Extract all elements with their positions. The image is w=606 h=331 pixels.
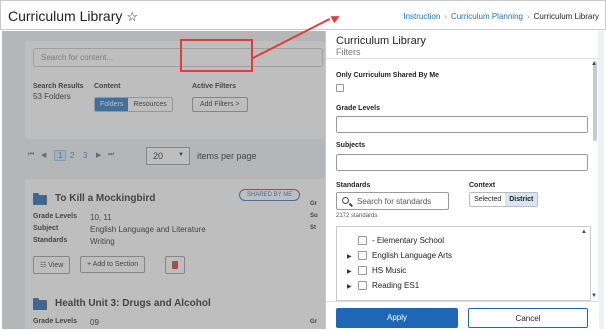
panel-title: Curriculum Library xyxy=(336,35,426,47)
search-input[interactable]: Search for content... xyxy=(33,48,323,67)
standards-tree: ▲ - Elementary School ▶ English Language… xyxy=(336,226,591,301)
subjects-input[interactable] xyxy=(336,154,588,171)
search-icon xyxy=(342,197,349,204)
per-page-label: items per page xyxy=(197,151,257,161)
peek-label: Su xyxy=(310,213,318,219)
subject-label: Subject xyxy=(33,225,59,232)
shared-by-me-checkbox[interactable] xyxy=(336,84,344,92)
grade-levels-value: 09 xyxy=(90,318,99,327)
tree-item-checkbox[interactable] xyxy=(358,266,367,275)
scroll-down-icon[interactable]: ▼ xyxy=(591,293,597,299)
breadcrumb-current: Curriculum Library xyxy=(533,12,599,21)
add-to-section-button[interactable]: + Add to Section xyxy=(80,256,146,273)
caret-down-icon: ▼ xyxy=(178,152,184,158)
standards-label: Standards xyxy=(33,237,68,244)
panel-subtitle: Filters xyxy=(336,47,361,57)
chevron-right-icon: > xyxy=(235,101,240,108)
context-label: Context xyxy=(469,182,496,189)
page-1[interactable]: 1 xyxy=(54,150,67,161)
folder-icon xyxy=(33,193,47,205)
context-district-button[interactable]: District xyxy=(505,193,538,206)
content-resources-button[interactable]: Resources xyxy=(128,98,172,111)
expand-arrow-icon[interactable]: ▶ xyxy=(347,253,352,260)
tree-item-checkbox[interactable] xyxy=(358,236,367,245)
per-page-select[interactable]: 20 ▼ xyxy=(146,147,190,165)
cancel-button[interactable]: Cancel xyxy=(468,308,588,328)
breadcrumb-curriculum-planning[interactable]: Curriculum Planning xyxy=(451,12,523,21)
grade-levels-label: Grade Levels xyxy=(33,213,77,220)
page-title: Curriculum Library ☆ xyxy=(8,8,139,24)
tree-scroll-up-icon[interactable]: ▲ xyxy=(581,229,587,235)
peek-label: St xyxy=(310,225,316,231)
folder-title[interactable]: Health Unit 3: Drugs and Alcohol xyxy=(55,298,211,309)
grade-levels-label: Grade Levels xyxy=(33,318,77,325)
panel-footer: Apply Cancel xyxy=(326,301,599,329)
shared-badge: SHARED BY ME xyxy=(239,189,301,201)
tree-item[interactable]: ▶ HS Music xyxy=(337,265,577,279)
standards-search-input[interactable]: Search for standards xyxy=(336,192,449,210)
filter-panel: Curriculum Library Filters ▲ ▼ Only Curr… xyxy=(325,31,599,329)
folder-card: To Kill a Mockingbird SHARED BY ME Grade… xyxy=(25,179,330,293)
next-page-icon[interactable]: ▶ xyxy=(96,151,101,159)
search-results-value: 53 Folders xyxy=(33,92,71,101)
tree-item-checkbox[interactable] xyxy=(358,281,367,290)
context-selected-button[interactable]: Selected xyxy=(470,193,505,206)
expand-arrow-icon[interactable]: ▶ xyxy=(347,268,352,275)
delete-button[interactable] xyxy=(165,256,185,274)
content-toggle: Folders Resources xyxy=(94,97,173,112)
search-results-label: Search Results xyxy=(33,83,84,90)
folder-icon xyxy=(33,298,47,310)
grade-levels-input[interactable] xyxy=(336,116,588,133)
panel-divider xyxy=(326,58,599,59)
tree-item[interactable]: ▶ English Language Arts xyxy=(337,250,577,264)
standards-filter-label: Standards xyxy=(336,182,371,189)
breadcrumb: Instruction › Curriculum Planning › Curricul… xyxy=(403,12,599,21)
content-folders-button[interactable]: Folders xyxy=(95,98,129,111)
apply-button[interactable]: Apply xyxy=(336,308,458,328)
grade-levels-value: 10, 11 xyxy=(90,213,112,222)
last-page-icon[interactable]: ⏭ xyxy=(108,151,114,159)
peek-label: Gr xyxy=(310,319,318,325)
plus-icon: + xyxy=(87,261,92,268)
view-button[interactable]: ☷ View xyxy=(33,256,71,274)
page-2[interactable]: 2 xyxy=(70,151,74,160)
grade-levels-filter-label: Grade Levels xyxy=(336,105,380,112)
peek-label: Gr xyxy=(310,201,318,207)
add-filters-button[interactable]: Add Filters > xyxy=(192,97,248,112)
page-3[interactable]: 3 xyxy=(83,151,87,160)
star-outline-icon[interactable]: ☆ xyxy=(126,9,138,24)
prev-page-icon[interactable]: ◀ xyxy=(41,151,46,159)
tree-item-checkbox[interactable] xyxy=(358,251,367,260)
tree-item[interactable]: - Elementary School xyxy=(337,235,577,249)
folder-card: Health Unit 3: Drugs and Alcohol Grade L… xyxy=(25,285,330,329)
panel-scrollbar[interactable] xyxy=(593,61,597,141)
standards-count: 2172 standards xyxy=(336,213,378,219)
first-page-icon[interactable]: ⏮ xyxy=(28,151,34,159)
shared-by-me-label: Only Curriculum Shared By Me xyxy=(336,72,440,79)
search-card: Search for content... Search Results 53 … xyxy=(25,41,325,139)
scroll-up-icon[interactable]: ▲ xyxy=(591,61,597,67)
tree-item[interactable]: ▶ Reading ES1 xyxy=(337,280,577,294)
page-header: Curriculum Library ☆ Instruction › Curricul… xyxy=(0,0,606,30)
active-filters-label: Active Filters xyxy=(192,83,236,90)
content-label: Content xyxy=(94,83,121,90)
chevron-right-icon: › xyxy=(526,12,530,21)
context-toggle: Selected District xyxy=(469,192,539,207)
breadcrumb-instruction[interactable]: Instruction xyxy=(403,12,440,21)
standards-value: Writing xyxy=(90,237,115,246)
subject-value: English Language and Literature xyxy=(90,225,206,234)
pagination: ⏮ ◀ 1 2 3 ▶ ⏭ 20 ▼ items per page xyxy=(25,147,325,169)
chevron-right-icon: › xyxy=(444,12,447,21)
annotation-highlight-box xyxy=(180,39,253,72)
folder-title[interactable]: To Kill a Mockingbird xyxy=(55,193,155,204)
subjects-filter-label: Subjects xyxy=(336,142,366,149)
list-icon: ☷ xyxy=(40,262,47,269)
expand-arrow-icon[interactable]: ▶ xyxy=(347,283,352,290)
